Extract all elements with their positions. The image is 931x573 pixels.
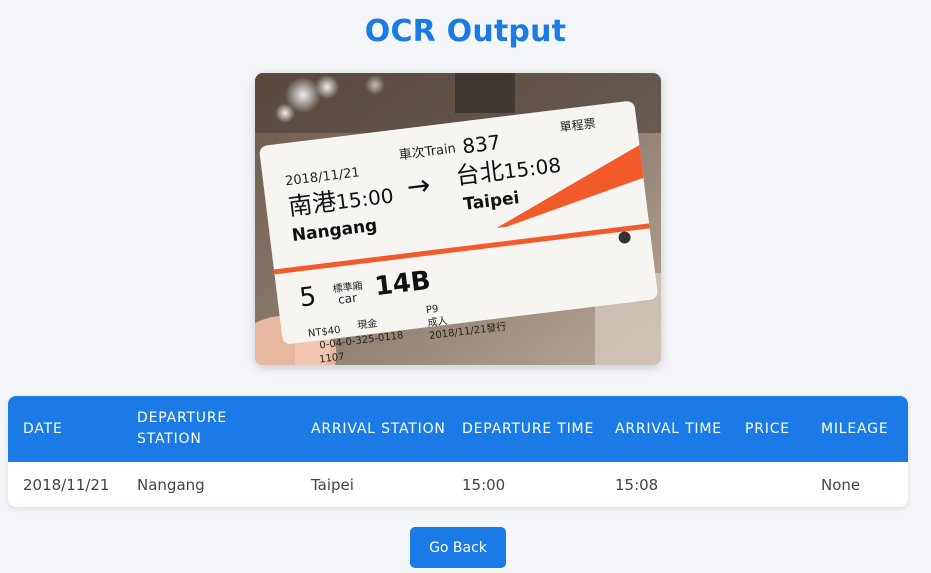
table-header-row: DATE DEPARTURE STATION ARRIVAL STATION D… — [8, 396, 908, 462]
ticket-car-label-en: car — [337, 291, 358, 307]
arrow-icon: → — [405, 168, 432, 204]
cell-date: 2018/11/21 — [23, 475, 110, 494]
page-title: OCR Output — [364, 14, 567, 49]
table-row: 2018/11/21 Nangang Taipei 15:00 15:08 No… — [8, 462, 908, 507]
ticket-from-cn: 南港 — [287, 187, 338, 221]
cell-mileage: None — [821, 475, 861, 494]
column-header-date: DATE — [8, 396, 122, 462]
ticket-passenger: 成人 — [427, 315, 448, 329]
cell-price — [730, 462, 806, 507]
column-header-mileage: MILEAGE — [806, 396, 908, 462]
cell-arrival-station: Taipei — [311, 475, 354, 494]
column-header-arrival-station: ARRIVAL STATION — [296, 396, 447, 462]
go-back-button[interactable]: Go Back — [410, 527, 506, 568]
column-header-departure-station: DEPARTURE STATION — [122, 396, 296, 462]
ticket-platform: P9 — [425, 304, 439, 316]
ocr-results-table: DATE DEPARTURE STATION ARRIVAL STATION D… — [8, 396, 908, 507]
cell-departure-time: 15:00 — [462, 475, 506, 494]
cell-departure-station: Nangang — [137, 475, 205, 494]
ticket-train-no: 837 — [461, 130, 502, 158]
column-header-price: PRICE — [730, 396, 806, 462]
column-header-arrival-time: ARRIVAL TIME — [600, 396, 730, 462]
ticket-photo: 2018/11/21 南港15:00 Nangang → 車次Train 837… — [255, 73, 661, 365]
ticket-to-cn: 台北 — [454, 157, 505, 191]
cell-arrival-time: 15:08 — [615, 475, 659, 494]
column-header-departure-time: DEPARTURE TIME — [447, 396, 600, 462]
